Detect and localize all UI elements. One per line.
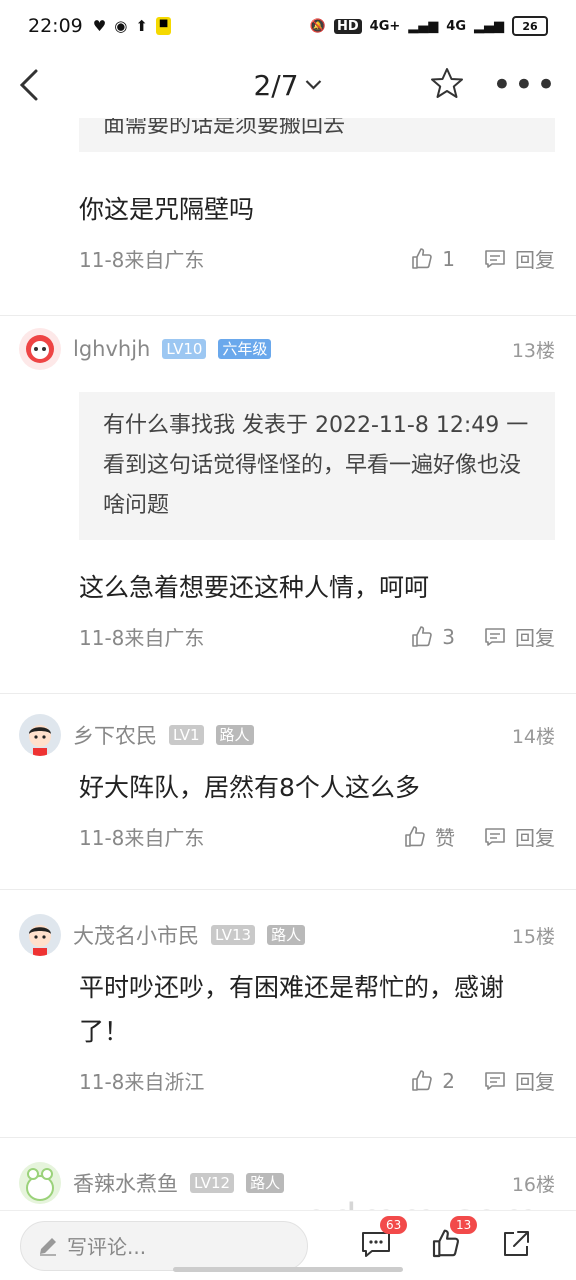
comments-button[interactable]: 63 (360, 1215, 408, 1264)
pencil-icon (40, 1237, 56, 1256)
favorite-star-icon[interactable] (430, 67, 464, 103)
username[interactable]: 香辣水煮鱼 (73, 1168, 178, 1198)
rank-badge: 路人 (215, 725, 254, 745)
level-badge: LV10 (162, 339, 207, 359)
top-nav: 2/7 ••• (0, 52, 576, 118)
like-count-badge: 13 (450, 1215, 478, 1234)
chevron-down-icon (305, 80, 322, 90)
reply-button[interactable]: 回复 (483, 822, 555, 851)
reply-icon (485, 827, 505, 846)
thumbs-up-icon (412, 247, 433, 269)
like-post-button[interactable]: 13 (430, 1215, 478, 1264)
post-meta: 11-8来自广东 (79, 248, 205, 272)
like-count: 1 (442, 246, 455, 271)
quote-box[interactable]: 有什么事找我 发表于 2022-11-8 12:49 一看到这句话觉得怪怪的，早… (79, 392, 555, 540)
signal-icon: ▂▄▆ (474, 18, 504, 34)
floor-number: 14楼 (511, 725, 555, 748)
avatar[interactable] (19, 914, 61, 956)
level-badge: LV13 (211, 925, 256, 945)
rank-badge: 六年级 (218, 339, 272, 359)
status-bar: 22:09 ♥ ◉ ⬆ ■ 🔕 HD 4G+ ▂▄▆ 4G ▂▄▆ 26 (0, 0, 576, 52)
reply-icon (485, 627, 505, 646)
post-text: 好大阵队，居然有8个人这么多 (79, 773, 420, 802)
heart-icon: ♥ (92, 17, 107, 35)
floor-number: 15楼 (511, 925, 555, 948)
post-text: 你这是咒隔壁吗 (79, 195, 255, 224)
network-4g: 4G (446, 18, 466, 34)
comment-input[interactable]: 写评论... (20, 1220, 308, 1271)
post-14: 乡下农民 LV1 路人 14楼 好大阵队，居然有8个人这么多 11-8来自广东 … (0, 694, 576, 851)
clock: 22:09 (28, 15, 83, 37)
page-indicator: 2/7 (253, 68, 299, 102)
username[interactable]: 大茂名小市民 (73, 920, 199, 950)
reply-icon (485, 1071, 505, 1090)
quote-box: 面需要的话是须要搬回去 (79, 118, 555, 152)
upload-icon: ⬆ (135, 17, 148, 35)
post-16: 香辣水煮鱼 LV12 路人 16楼 (0, 1138, 576, 1204)
like-button[interactable]: 1 (410, 247, 455, 271)
compass-icon: ◉ (114, 17, 128, 35)
back-button[interactable] (18, 68, 40, 102)
username[interactable]: 乡下农民 (73, 720, 157, 750)
rank-badge: 路人 (246, 1173, 285, 1193)
username[interactable]: lghvhjh (73, 337, 150, 361)
rank-badge: 路人 (267, 925, 306, 945)
reply-button[interactable]: 回复 (483, 244, 555, 273)
thumbs-up-icon (412, 625, 433, 647)
thumbs-up-icon (412, 1069, 433, 1091)
mute-icon: 🔕 (309, 18, 326, 34)
share-icon (504, 1230, 529, 1256)
post-13: lghvhjh LV10 六年级 13楼 有什么事找我 发表于 2022-11-… (0, 316, 576, 651)
comment-count-badge: 63 (380, 1215, 408, 1234)
quote-text: 有什么事找我 发表于 2022-11-8 12:49 一看到这句话觉得怪怪的，早… (103, 413, 529, 518)
share-button[interactable] (500, 1228, 532, 1264)
more-options-icon[interactable]: ••• (492, 68, 558, 102)
like-count: 2 (442, 1068, 455, 1093)
post-text: 平时吵还吵，有困难还是帮忙的，感谢了！ (79, 973, 505, 1046)
like-button[interactable]: 3 (410, 625, 455, 649)
level-badge: LV12 (190, 1173, 235, 1193)
home-indicator[interactable] (173, 1267, 403, 1272)
like-button[interactable]: 2 (410, 1069, 455, 1093)
battery-icon: 26 (512, 16, 548, 36)
level-badge: LV1 (169, 725, 204, 745)
reply-label: 回复 (515, 1070, 555, 1094)
post-text: 这么急着想要还这种人情，呵呵 (79, 573, 430, 602)
like-button[interactable]: 赞 (403, 822, 455, 851)
quote-text: 面需要的话是须要搬回去 (103, 118, 346, 138)
reply-icon (485, 249, 505, 268)
reply-label: 回复 (515, 826, 555, 850)
reply-label: 回复 (515, 248, 555, 272)
post-meta: 11-8来自广东 (79, 626, 205, 650)
avatar[interactable] (19, 714, 61, 756)
post-12: 面需要的话是须要搬回去 你这是咒隔壁吗 11-8来自广东 1 回复 (0, 118, 576, 273)
reply-label: 回复 (515, 626, 555, 650)
thumbs-up-icon (405, 825, 425, 847)
reply-button[interactable]: 回复 (483, 622, 555, 651)
hd-icon: HD (334, 18, 362, 34)
post-meta: 11-8来自广东 (79, 826, 205, 850)
avatar[interactable] (19, 328, 61, 370)
like-count: 3 (442, 624, 455, 649)
reply-button[interactable]: 回复 (483, 1066, 555, 1095)
signal-icon: ▂▄▆ (408, 18, 439, 34)
post-15: 大茂名小市民 LV13 路人 15楼 平时吵还吵，有困难还是帮忙的，感谢了！ 1… (0, 890, 576, 1095)
comment-placeholder: 写评论... (67, 1235, 147, 1259)
thread-content: 面需要的话是须要搬回去 你这是咒隔壁吗 11-8来自广东 1 回复 lghvhj… (0, 118, 576, 1204)
network-4g-plus: 4G+ (369, 18, 401, 34)
page-selector[interactable]: 2/7 (253, 69, 322, 102)
post-meta: 11-8来自浙江 (79, 1070, 205, 1094)
floor-number: 16楼 (511, 1173, 555, 1196)
floor-number: 13楼 (511, 339, 555, 362)
avatar[interactable] (19, 1162, 61, 1204)
app-icon: ■ (155, 17, 172, 35)
like-label: 赞 (435, 826, 455, 850)
